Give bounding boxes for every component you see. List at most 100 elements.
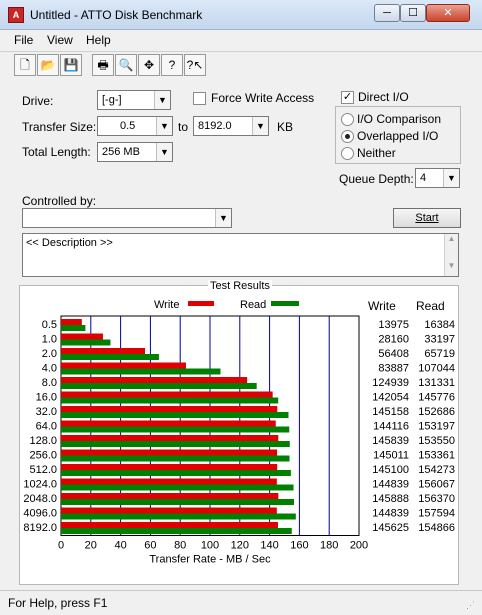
context-help-icon[interactable]: ?↖ bbox=[184, 54, 206, 76]
total-length-label: Total Length: bbox=[22, 145, 91, 159]
read-value: 131331 bbox=[418, 377, 455, 389]
chevron-down-icon[interactable]: ▼ bbox=[156, 143, 172, 161]
force-write-checkbox[interactable] bbox=[193, 92, 206, 105]
read-value: 154273 bbox=[418, 464, 455, 476]
read-bar bbox=[61, 528, 292, 534]
queue-depth-label: Queue Depth: bbox=[339, 172, 414, 186]
close-button[interactable]: ✕ bbox=[426, 4, 470, 22]
read-bar bbox=[61, 325, 86, 331]
y-tick-label: 4.0 bbox=[42, 363, 57, 375]
open-folder-icon[interactable]: 📂 bbox=[37, 54, 59, 76]
x-tick-label: 0 bbox=[58, 540, 64, 552]
write-value: 142054 bbox=[372, 392, 409, 404]
write-bar bbox=[61, 478, 277, 485]
transfer-from-value: 0.5 bbox=[120, 120, 136, 132]
neither-radio[interactable] bbox=[341, 147, 354, 160]
menu-file[interactable]: File bbox=[14, 33, 33, 47]
x-tick-label: 40 bbox=[114, 540, 126, 552]
read-value: 33197 bbox=[424, 334, 455, 346]
maximize-button[interactable]: ☐ bbox=[400, 4, 426, 22]
x-tick-label: 100 bbox=[201, 540, 219, 552]
queue-depth-value: 4 bbox=[420, 172, 427, 184]
save-icon[interactable]: 💾 bbox=[60, 54, 82, 76]
write-bar bbox=[61, 362, 186, 369]
x-tick-label: 180 bbox=[320, 540, 338, 552]
y-tick-label: 8192.0 bbox=[23, 522, 57, 534]
x-tick-label: 160 bbox=[290, 540, 308, 552]
io-comparison-radio[interactable] bbox=[341, 113, 354, 126]
write-bar bbox=[61, 319, 82, 325]
y-tick-label: 4096.0 bbox=[23, 508, 57, 520]
y-tick-label: 128.0 bbox=[29, 435, 57, 447]
write-bar bbox=[61, 377, 248, 383]
write-value: 124939 bbox=[372, 377, 409, 389]
description-scrollbar[interactable]: ▲ ▼ bbox=[444, 234, 458, 276]
print-preview-icon[interactable]: 🔍 bbox=[115, 54, 137, 76]
write-bar bbox=[61, 522, 278, 528]
direct-io-checkbox[interactable]: ✓ bbox=[341, 91, 354, 104]
minimize-button[interactable]: ─ bbox=[374, 4, 400, 22]
read-value: 153550 bbox=[418, 435, 455, 447]
read-bar bbox=[61, 441, 290, 447]
read-column-header: Read bbox=[416, 299, 445, 313]
read-value: 107044 bbox=[418, 363, 455, 375]
y-tick-label: 1024.0 bbox=[23, 479, 57, 491]
x-tick-label: 20 bbox=[85, 540, 97, 552]
io-comparison-label: I/O Comparison bbox=[357, 112, 442, 126]
chevron-down-icon[interactable]: ▼ bbox=[156, 117, 172, 135]
y-tick-label: 32.0 bbox=[36, 406, 57, 418]
read-value: 153197 bbox=[418, 421, 455, 433]
print-icon[interactable]: 🖶 bbox=[92, 54, 114, 76]
read-value: 152686 bbox=[418, 406, 455, 418]
read-bar bbox=[61, 470, 291, 476]
chevron-down-icon[interactable]: ▼ bbox=[154, 91, 170, 109]
write-value: 28160 bbox=[378, 334, 409, 346]
read-bar bbox=[61, 499, 294, 505]
total-length-select[interactable]: 256 MB ▼ bbox=[97, 142, 173, 162]
drive-value: [-g-] bbox=[102, 94, 122, 106]
controlled-by-select[interactable]: ▼ bbox=[22, 208, 232, 228]
new-file-icon[interactable]: 🗋 bbox=[14, 54, 36, 76]
chevron-down-icon[interactable]: ▼ bbox=[443, 169, 459, 187]
chevron-down-icon[interactable]: ▼ bbox=[252, 117, 268, 135]
x-tick-label: 120 bbox=[231, 540, 249, 552]
menu-view[interactable]: View bbox=[47, 33, 73, 47]
write-bar bbox=[61, 464, 278, 470]
overlapped-io-label: Overlapped I/O bbox=[357, 129, 439, 143]
total-length-value: 256 MB bbox=[102, 146, 140, 158]
x-tick-label: 80 bbox=[174, 540, 186, 552]
window-title: Untitled - ATTO Disk Benchmark bbox=[30, 8, 203, 22]
x-tick-label: 200 bbox=[350, 540, 368, 552]
transfer-to-select[interactable]: 8192.0 ▼ bbox=[193, 116, 269, 136]
move-icon[interactable]: ✥ bbox=[138, 54, 160, 76]
drive-select[interactable]: [-g-] ▼ bbox=[97, 90, 171, 110]
controlled-by-label: Controlled by: bbox=[22, 194, 97, 208]
y-tick-label: 2048.0 bbox=[23, 493, 57, 505]
menu-help[interactable]: Help bbox=[86, 33, 111, 47]
help-icon[interactable]: ? bbox=[161, 54, 183, 76]
x-tick-label: 140 bbox=[260, 540, 278, 552]
read-value: 16384 bbox=[424, 319, 455, 331]
write-value: 144116 bbox=[373, 421, 409, 433]
write-value: 145888 bbox=[372, 493, 409, 505]
read-bar bbox=[61, 354, 159, 360]
resize-grip-icon[interactable]: ⋰ bbox=[466, 600, 475, 611]
app-icon[interactable]: A bbox=[8, 7, 24, 23]
transfer-from-select[interactable]: 0.5 ▼ bbox=[97, 116, 173, 136]
description-textarea[interactable]: << Description >> ▲ ▼ bbox=[22, 233, 459, 277]
start-button[interactable]: Start bbox=[393, 208, 461, 228]
force-write-label: Force Write Access bbox=[211, 91, 315, 105]
write-value: 145158 bbox=[372, 406, 409, 418]
read-bar bbox=[61, 455, 290, 462]
overlapped-io-radio[interactable] bbox=[341, 130, 354, 143]
read-bar bbox=[61, 426, 290, 433]
y-tick-label: 64.0 bbox=[36, 421, 57, 433]
write-value: 145839 bbox=[372, 435, 409, 447]
chevron-down-icon[interactable]: ▼ bbox=[215, 209, 231, 227]
write-value: 83887 bbox=[378, 363, 409, 375]
read-bar bbox=[61, 513, 296, 520]
write-bar bbox=[61, 507, 277, 514]
read-value: 153361 bbox=[418, 450, 455, 462]
write-value: 145625 bbox=[372, 522, 409, 534]
queue-depth-select[interactable]: 4 ▼ bbox=[415, 168, 460, 188]
